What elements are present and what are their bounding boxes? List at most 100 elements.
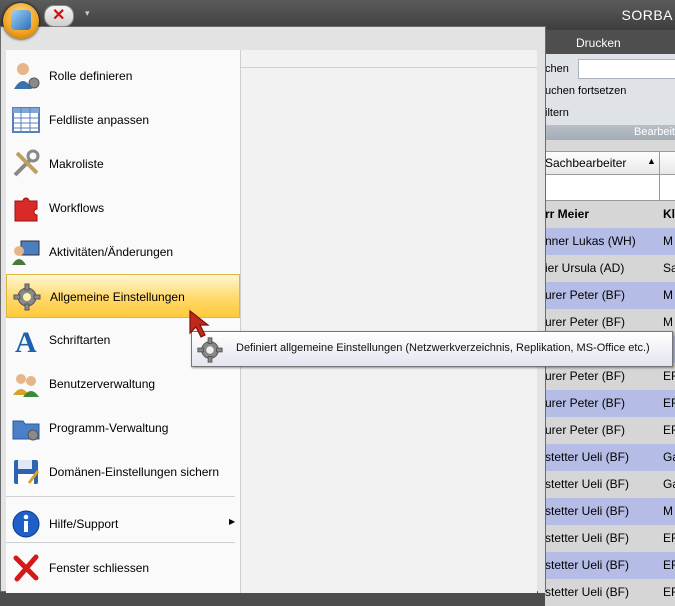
continue-search-button[interactable]: uchen fortsetzen	[545, 85, 626, 97]
grid-filter-row[interactable]	[545, 175, 675, 201]
tooltip-text: Definiert allgemeine Einstellungen (Netz…	[236, 342, 650, 354]
close-x-icon	[13, 554, 39, 582]
table-row[interactable]: urer Peter (BF) EF	[545, 417, 675, 444]
user-monitor-icon	[12, 240, 40, 265]
table-row[interactable]: rr Meier Kl	[545, 201, 675, 228]
menu-item-label: Feldliste anpassen	[49, 113, 150, 127]
menu-item-programm-verwaltung[interactable]: Programm-Verwaltung	[6, 406, 240, 450]
grid-header: Sachbearbeiter ▲	[545, 151, 675, 175]
menu-item-label: Hilfe/Support	[49, 517, 119, 531]
cell-next-column: M	[663, 288, 673, 302]
mouse-cursor-icon	[189, 309, 210, 338]
tools-icon	[13, 149, 40, 177]
folder-gear-icon	[12, 420, 40, 441]
ribbon-tab-bar: Drucken	[545, 30, 675, 54]
save-disk-icon	[14, 460, 40, 484]
svg-text:A: A	[15, 326, 37, 355]
quick-access-close-button[interactable]: ✕	[44, 5, 74, 27]
menu-item-aktivitäten-änderungen[interactable]: Aktivitäten/Änderungen	[6, 230, 240, 274]
cell-next-column: Ga	[663, 450, 675, 464]
cell-sachbearbeiter: urer Peter (BF)	[545, 288, 626, 302]
menu-item-label: Schriftarten	[49, 333, 111, 347]
table-row[interactable]: ier Ursula (AD) Sa	[545, 255, 675, 282]
cell-next-column: M	[663, 234, 673, 248]
cell-sachbearbeiter: rr Meier	[545, 207, 590, 221]
menu-item-label: Makroliste	[49, 157, 104, 171]
application-orb-button[interactable]	[3, 3, 39, 39]
menu-item-label: Rolle definieren	[49, 69, 133, 83]
cell-sachbearbeiter: stetter Ueli (BF)	[545, 477, 630, 491]
table-row[interactable]: nner Lukas (WH) M	[545, 228, 675, 255]
menu-item-label: Aktivitäten/Änderungen	[49, 245, 174, 259]
menu-item-fenster-schliessen[interactable]: Fenster schliessen	[6, 546, 240, 590]
menu-item-hilfe-support[interactable]: Hilfe/Support ▶	[6, 502, 240, 546]
menu-scrollbar[interactable]	[538, 50, 545, 593]
cell-sachbearbeiter: stetter Ueli (BF)	[545, 531, 630, 545]
filter-button[interactable]: iltern	[545, 107, 569, 119]
menu-item-benutzerverwaltung[interactable]: Benutzerverwaltung	[6, 362, 240, 406]
font-icon: A	[15, 326, 37, 355]
search-label[interactable]: chen	[545, 63, 569, 75]
table-row[interactable]: stetter Ueli (BF) M	[545, 498, 675, 525]
tooltip: Definiert allgemeine Einstellungen (Netz…	[191, 331, 673, 367]
cell-sachbearbeiter: urer Peter (BF)	[545, 315, 626, 329]
menu-item-label: Allgemeine Einstellungen	[50, 290, 185, 304]
table-grid-icon	[12, 107, 40, 133]
tab-drucken[interactable]: Drucken	[576, 36, 621, 50]
cell-next-column: Kl	[663, 207, 675, 221]
table-row[interactable]: stetter Ueli (BF) EF	[545, 525, 675, 552]
menu-item-label: Domänen-Einstellungen sichern	[49, 465, 220, 479]
ribbon-group-footer: Bearbeit	[545, 125, 675, 140]
app-cube-icon	[11, 10, 31, 30]
menu-item-label: Workflows	[49, 201, 105, 215]
cell-sachbearbeiter: stetter Ueli (BF)	[545, 558, 630, 572]
cell-next-column: M	[663, 315, 673, 329]
table-row[interactable]: urer Peter (BF) EF	[545, 390, 675, 417]
cell-sachbearbeiter: stetter Ueli (BF)	[545, 450, 630, 464]
cell-next-column: EF	[663, 558, 675, 572]
menu-recent-pane	[241, 50, 537, 593]
table-row[interactable]: stetter Ueli (BF) Ga	[545, 471, 675, 498]
table-row[interactable]: urer Peter (BF) M	[545, 282, 675, 309]
menu-item-label: Programm-Verwaltung	[49, 421, 169, 435]
column-divider	[659, 175, 660, 200]
menu-item-makroliste[interactable]: Makroliste	[6, 142, 240, 186]
gear-icon	[13, 283, 41, 311]
cell-next-column: Sa	[663, 261, 675, 275]
user-gear-icon	[14, 63, 40, 89]
menu-item-workflows[interactable]: Workflows	[6, 186, 240, 230]
cell-sachbearbeiter: ier Ursula (AD)	[545, 261, 625, 275]
table-row[interactable]: stetter Ueli (BF) Ga	[545, 444, 675, 471]
menu-item-rolle-definieren[interactable]: Rolle definieren	[6, 54, 240, 98]
cell-next-column: EF	[663, 369, 675, 383]
submenu-arrow-icon: ▶	[229, 517, 236, 526]
cell-next-column: EF	[663, 585, 675, 599]
column-header-sachbearbeiter[interactable]: Sachbearbeiter	[545, 156, 626, 170]
menu-item-label: Benutzerverwaltung	[49, 377, 156, 391]
cell-sachbearbeiter: urer Peter (BF)	[545, 396, 626, 410]
users-icon	[13, 374, 39, 397]
column-divider[interactable]	[659, 152, 660, 174]
puzzle-icon	[14, 197, 38, 222]
menu-separator	[6, 496, 235, 497]
search-input[interactable]	[578, 59, 675, 79]
cell-next-column: Ga	[663, 477, 675, 491]
application-menu: Rolle definieren Feldliste anpassen Makrol…	[0, 26, 546, 593]
quick-access-dropdown[interactable]: ▾	[85, 8, 90, 19]
cell-next-column: EF	[663, 423, 675, 437]
gear-icon	[197, 337, 223, 363]
menu-item-feldliste-anpassen[interactable]: Feldliste anpassen	[6, 98, 240, 142]
table-row[interactable]: stetter Ueli (BF) EF	[545, 552, 675, 579]
cell-next-column: EF	[663, 531, 675, 545]
table-row[interactable]: stetter Ueli (BF) EF	[545, 579, 675, 606]
table-row[interactable]: urer Peter (BF) EF	[545, 363, 675, 390]
cell-next-column: EF	[663, 396, 675, 410]
ribbon-group-label: Bearbeit	[634, 126, 675, 138]
menu-separator	[6, 542, 235, 543]
ribbon: Drucken chen uchen fortsetzen iltern Bea…	[545, 30, 675, 140]
cell-next-column: M	[663, 504, 673, 518]
recent-pane-header	[241, 50, 537, 68]
info-icon	[12, 510, 40, 538]
menu-item-domänen-einstellungen-sichern[interactable]: Domänen-Einstellungen sichern	[6, 450, 240, 494]
cell-sachbearbeiter: stetter Ueli (BF)	[545, 504, 630, 518]
